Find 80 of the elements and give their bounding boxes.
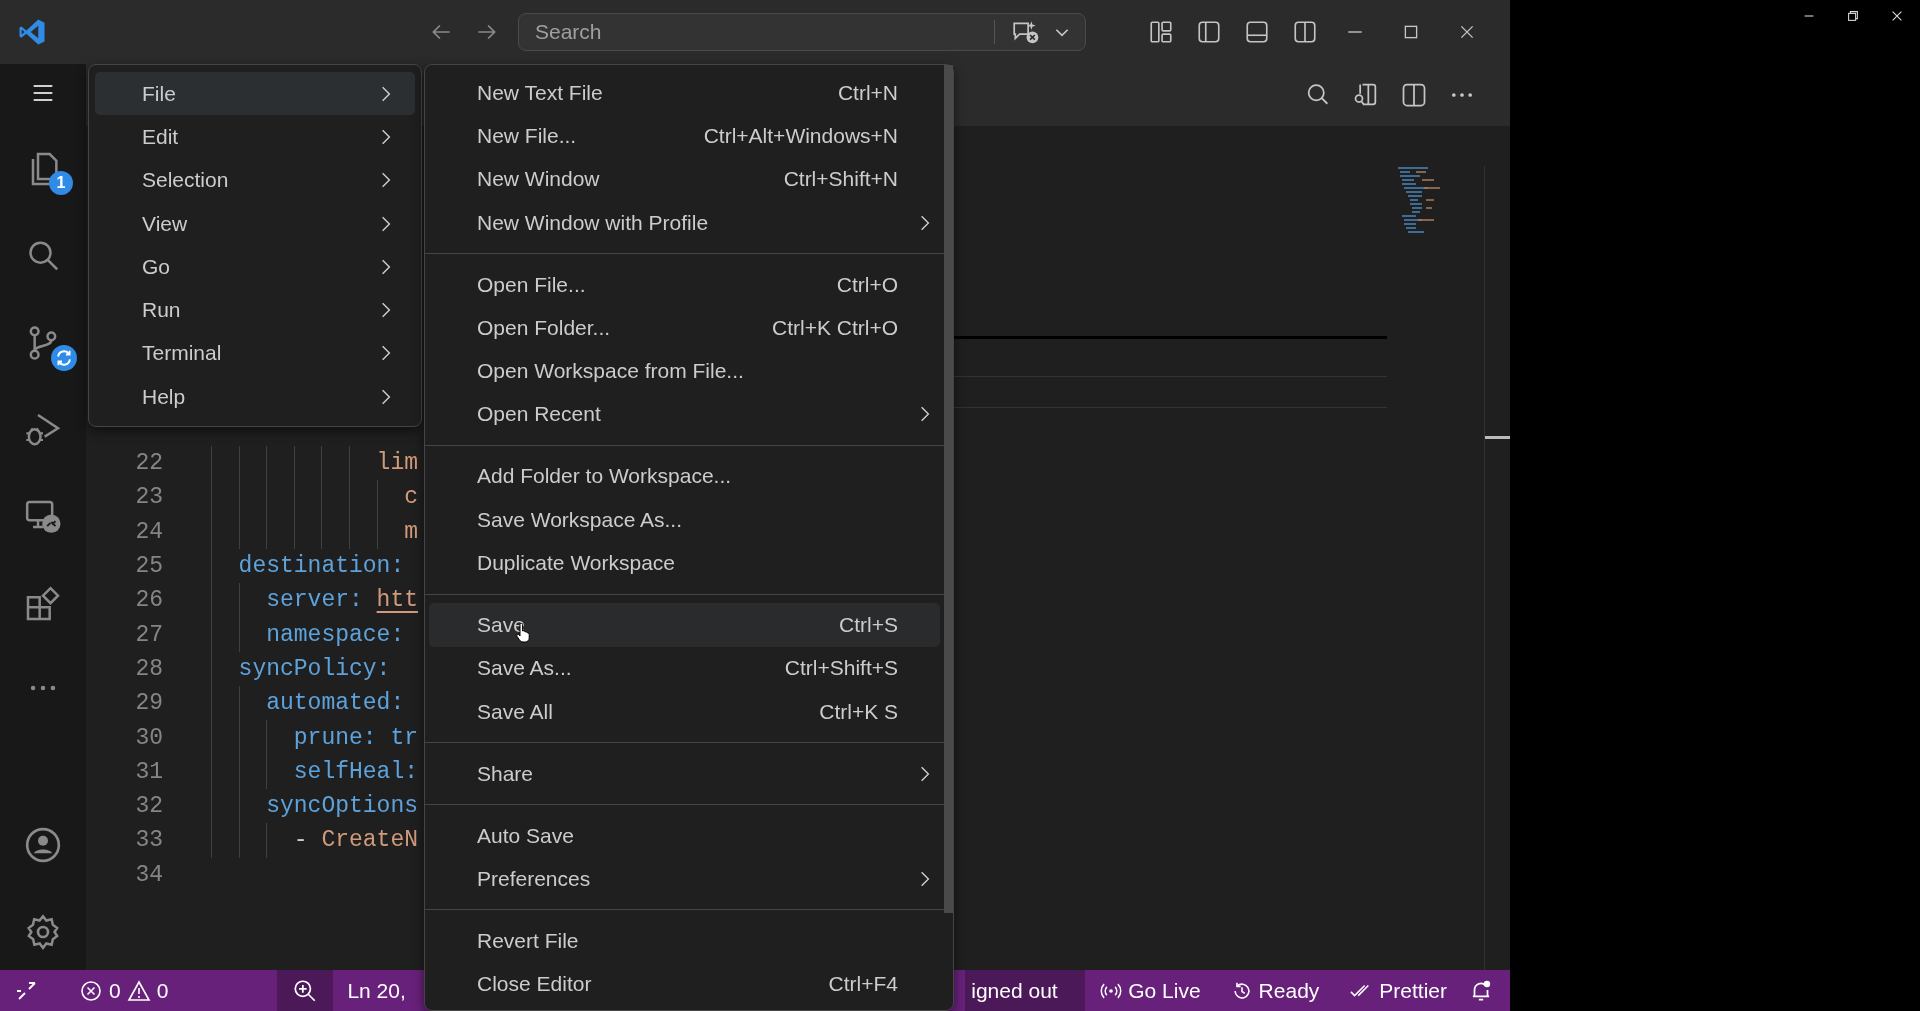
line-number: 24 (134, 518, 163, 545)
account-icon[interactable] (23, 825, 63, 865)
menu-item[interactable]: Save All Ctrl+K S (429, 689, 940, 734)
sidebar-right-icon[interactable] (1292, 19, 1318, 45)
warning-icon (126, 978, 151, 1003)
logo-icon (17, 17, 47, 47)
menu-scrollbar[interactable] (944, 65, 953, 913)
close-icon[interactable] (1890, 9, 1904, 23)
line-number: 22 (134, 450, 163, 477)
menu-item[interactable]: Selection (95, 158, 415, 202)
line-number: 28 (134, 655, 163, 682)
line-number: 29 (134, 690, 163, 717)
menu-item[interactable]: View (95, 201, 415, 246)
account-status[interactable]: igned out (965, 970, 1086, 1011)
prettier-button[interactable]: Prettier (1334, 978, 1462, 1003)
sidebar-left-icon[interactable] (1196, 19, 1222, 45)
menu-item[interactable]: Go (95, 245, 415, 289)
menu-item[interactable]: Save Ctrl+S (429, 603, 940, 647)
menu-item[interactable]: Edit (95, 115, 415, 159)
code-token: lim (376, 450, 418, 477)
line-number: 31 (134, 758, 163, 785)
menu-item[interactable]: Open Workspace from File... (429, 349, 940, 393)
split-editor-icon[interactable] (1400, 81, 1428, 109)
layout-icon[interactable] (1148, 19, 1174, 45)
ready-button[interactable]: Ready (1215, 978, 1335, 1003)
menu-item[interactable]: Run (95, 288, 415, 332)
menu-item[interactable]: New File... Ctrl+Alt+Windows+N (429, 114, 940, 158)
line-number: 25 (134, 553, 163, 580)
restore-icon[interactable] (1846, 9, 1860, 23)
code-token: automated: (266, 690, 405, 717)
problems-button[interactable]: 0 0 (64, 978, 184, 1003)
zoom-button[interactable] (277, 970, 334, 1011)
menu-item[interactable]: Add Folder to Workspace... (429, 454, 940, 499)
menu-item[interactable]: Preferences (429, 857, 940, 901)
code-token: destination: (238, 553, 405, 580)
menu-item[interactable]: New Window with Profile (429, 200, 940, 245)
line-number: 32 (134, 793, 163, 820)
line-number: 23 (134, 484, 163, 511)
menu-item[interactable]: Terminal (95, 331, 415, 376)
menu-item[interactable]: Save Workspace As... (429, 498, 940, 542)
menu-item[interactable]: Share (429, 751, 940, 796)
code-token: namespace: (266, 621, 405, 648)
menu-item[interactable]: File (95, 72, 415, 116)
line-number: 34 (134, 861, 163, 888)
menu-item[interactable]: Auto Save (429, 813, 940, 858)
line-number: 27 (134, 621, 163, 648)
sync-icon (51, 345, 77, 371)
code-token: prune: tr (293, 724, 419, 751)
code-token: server: (266, 587, 363, 614)
notification-badge: 1 (49, 171, 73, 195)
cursor-position[interactable]: Ln 20, (333, 978, 421, 1003)
menu-item[interactable]: Save As... Ctrl+Shift+S (429, 646, 940, 690)
code-token: - (293, 827, 308, 854)
code-token: syncPolicy: (238, 655, 391, 682)
code-token: htt (376, 587, 419, 614)
error-icon (79, 978, 103, 1003)
code-token: CreateN (321, 827, 419, 854)
code-token: syncOptions (266, 793, 418, 820)
line-number: 33 (134, 827, 163, 854)
chat-sparkle-icon[interactable] (1011, 19, 1041, 45)
menu-item[interactable]: New Text File Ctrl+N (429, 71, 940, 115)
maximize-icon[interactable] (1402, 23, 1420, 41)
line-number: 30 (134, 724, 163, 751)
code-token: m (404, 518, 418, 545)
menu-item[interactable]: Revert File (429, 919, 940, 963)
menu-item[interactable]: Open Folder... Ctrl+K Ctrl+O (429, 306, 940, 350)
menu-item[interactable]: Help (95, 375, 415, 419)
close-icon[interactable] (1458, 23, 1476, 41)
menu-item[interactable]: Close Editor Ctrl+F4 (429, 962, 940, 1006)
menu-item[interactable]: New Window Ctrl+Shift+N (429, 157, 940, 201)
menu-item[interactable]: Open File... Ctrl+O (429, 262, 940, 307)
menu-item[interactable]: Duplicate Workspace (429, 541, 940, 585)
code-token: selfHeal: (293, 758, 419, 785)
code-token: c (404, 484, 418, 511)
panel-icon[interactable] (1244, 19, 1270, 45)
search-field[interactable]: Search (535, 20, 994, 44)
search-box[interactable]: Search (518, 13, 1086, 51)
menu-item[interactable]: Open Recent (429, 392, 940, 437)
line-number: 26 (134, 587, 163, 614)
go-live-button[interactable]: Go Live (1085, 978, 1216, 1003)
